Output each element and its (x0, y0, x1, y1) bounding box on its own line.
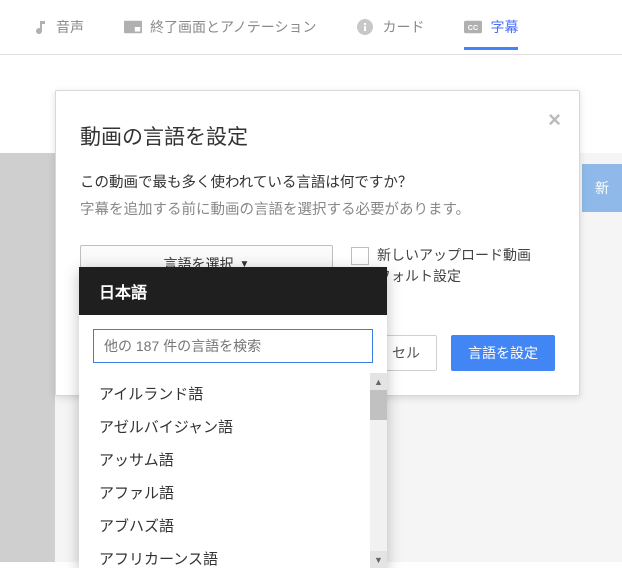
list-item[interactable]: アッサム語 (79, 443, 387, 476)
tab-audio[interactable]: 音声 (30, 5, 84, 49)
dropdown-search-wrap (79, 315, 387, 373)
side-new-label: 新 (595, 178, 609, 198)
checkbox-line1: 新しいアップロード動画 (377, 247, 531, 263)
modal-question: この動画で最も多く使われている言語は何ですか？ (80, 171, 555, 192)
scrollbar[interactable]: ▲ ▼ (370, 373, 387, 568)
tab-audio-label: 音声 (56, 17, 84, 37)
language-dropdown: 日本語 アイルランド語 アゼルバイジャン語 アッサム語 アファル語 アブハズ語 … (79, 267, 387, 568)
list-item[interactable]: アイルランド語 (79, 377, 387, 410)
cancel-label: セル (392, 343, 420, 363)
side-new-button[interactable]: 新 (582, 164, 622, 212)
cc-icon: CC (464, 18, 482, 36)
language-search-input[interactable] (93, 329, 373, 363)
tab-subtitles-label: 字幕 (490, 17, 518, 37)
dropdown-list-wrap: アイルランド語 アゼルバイジャン語 アッサム語 アファル語 アブハズ語 アフリカ… (79, 373, 387, 568)
modal-title: 動画の言語を設定 (80, 121, 555, 151)
list-item[interactable]: アブハズ語 (79, 509, 387, 542)
tab-bar: 音声 終了画面とアノテーション カード CC 字幕 (0, 0, 622, 55)
scroll-thumb[interactable] (370, 390, 387, 420)
tab-subtitles[interactable]: CC 字幕 (464, 5, 518, 49)
tab-endscreen-label: 終了画面とアノテーション (150, 17, 316, 37)
video-thumb-placeholder (0, 153, 55, 562)
list-item[interactable]: アフリカーンス語 (79, 542, 387, 568)
checkbox-icon[interactable] (351, 247, 369, 265)
dropdown-selected[interactable]: 日本語 (79, 267, 387, 315)
info-icon (356, 18, 374, 36)
scroll-down-icon[interactable]: ▼ (370, 551, 387, 568)
svg-text:CC: CC (468, 23, 478, 32)
music-note-icon (30, 18, 48, 36)
tab-endscreen[interactable]: 終了画面とアノテーション (124, 5, 316, 49)
confirm-label: 言語を設定 (468, 343, 538, 363)
list-item[interactable]: アファル語 (79, 476, 387, 509)
list-item[interactable]: アゼルバイジャン語 (79, 410, 387, 443)
tab-cards-label: カード (382, 17, 424, 37)
tab-underline (464, 47, 518, 50)
close-icon[interactable]: × (548, 109, 561, 131)
endscreen-icon (124, 18, 142, 36)
checkbox-text: 新しいアップロード動画 フォルト設定 (377, 245, 531, 287)
tab-cards[interactable]: カード (356, 5, 424, 49)
confirm-button[interactable]: 言語を設定 (451, 335, 555, 371)
language-list: アイルランド語 アゼルバイジャン語 アッサム語 アファル語 アブハズ語 アフリカ… (79, 373, 387, 568)
scroll-up-icon[interactable]: ▲ (370, 373, 387, 390)
checkbox-line2: フォルト設定 (377, 268, 461, 284)
modal-subtext: 字幕を追加する前に動画の言語を選択する必要があります。 (80, 198, 555, 219)
